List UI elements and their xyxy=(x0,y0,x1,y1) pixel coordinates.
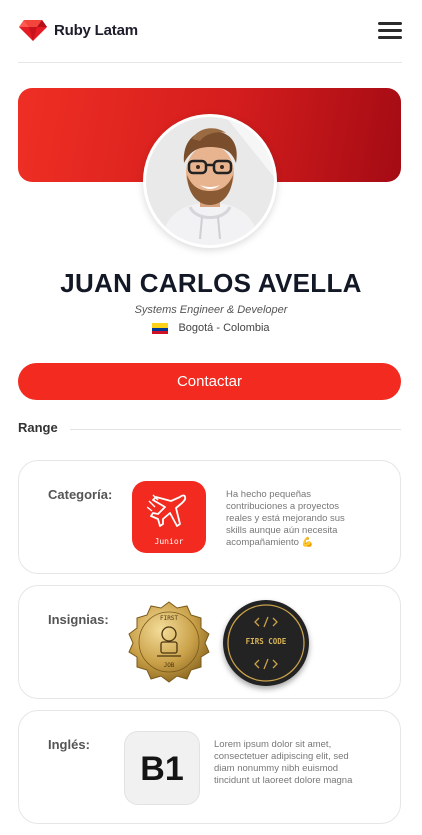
badges-label: Insignias: xyxy=(48,612,109,627)
english-label: Inglés: xyxy=(48,737,90,752)
category-label: Categoría: xyxy=(48,487,113,502)
contact-button[interactable]: Contactar xyxy=(18,363,401,400)
brand-logo[interactable]: Ruby Latam xyxy=(18,18,138,42)
first-job-badge-icon xyxy=(128,601,210,683)
hamburger-menu-button[interactable] xyxy=(378,22,402,40)
category-badge-text: Junior xyxy=(154,537,184,546)
header-divider xyxy=(18,62,402,63)
ruby-gem-icon xyxy=(18,18,48,42)
badges-card: Insignias: FIRST JOB FIRS CODE xyxy=(18,585,401,699)
first-job-badge-bottom-text: JOB xyxy=(163,662,175,669)
colombia-flag-icon xyxy=(152,322,169,334)
header: Ruby Latam xyxy=(0,0,422,62)
location-text: Bogotá - Colombia xyxy=(178,322,270,334)
first-job-badge-top-text: FIRST xyxy=(159,615,179,622)
category-badge[interactable]: Junior xyxy=(132,481,206,553)
category-card: Categoría: Junior Ha hecho pequeñas cont… xyxy=(18,460,401,574)
avatar xyxy=(143,114,277,248)
profile-name: JUAN CARLOS AVELLA xyxy=(60,268,362,298)
category-description: Ha hecho pequeñas contribuciones a proye… xyxy=(226,489,345,548)
english-card: Inglés: B1 Lorem ipsum dolor sit amet, c… xyxy=(18,710,401,824)
english-description: Lorem ipsum dolor sit amet, consectetuer… xyxy=(214,739,353,786)
first-code-badge-text: FIRS CODE xyxy=(245,637,287,646)
profile-role: Systems Engineer & Developer xyxy=(134,304,288,316)
first-code-badge[interactable]: FIRS CODE xyxy=(223,600,309,686)
english-level-badge[interactable]: B1 xyxy=(124,731,200,805)
profile-photo xyxy=(146,117,274,245)
airplane-icon xyxy=(147,494,187,527)
first-job-badge[interactable]: FIRST JOB xyxy=(127,600,211,684)
range-heading: Range xyxy=(18,420,58,435)
profile-location: Bogotá - Colombia xyxy=(0,322,422,334)
brand-name: Ruby Latam xyxy=(54,21,138,39)
range-divider xyxy=(70,429,401,430)
